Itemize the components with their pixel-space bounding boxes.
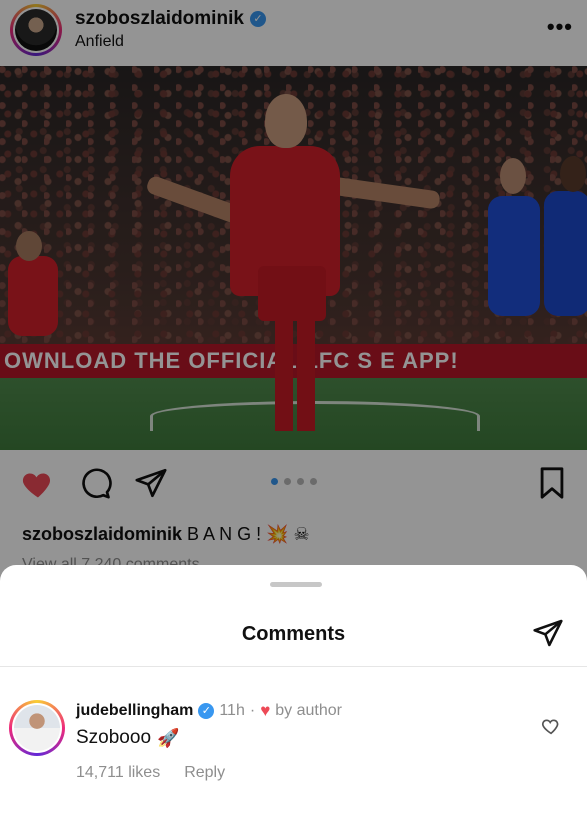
comment-like-heart-icon[interactable] bbox=[541, 717, 561, 735]
comment-time: 11h bbox=[219, 702, 245, 719]
comment-text: Szobooo 🚀 bbox=[76, 727, 179, 749]
meta-separator: · bbox=[249, 702, 256, 719]
rocket-emoji: 🚀 bbox=[157, 727, 180, 749]
comment-item: judebellingham ✓ 11h · ♥ by author Szobo… bbox=[0, 685, 587, 805]
commenter-avatar-image bbox=[14, 705, 60, 751]
by-author-label: by author bbox=[275, 702, 342, 719]
sheet-title: Comments bbox=[241, 623, 346, 645]
reply-button[interactable]: Reply bbox=[184, 764, 225, 782]
sheet-divider bbox=[0, 666, 587, 667]
comment-likes[interactable]: 14,711 likes bbox=[76, 764, 160, 782]
comments-sheet: Comments judebellingham ✓ 11h · ♥ by aut… bbox=[0, 565, 587, 820]
commenter-avatar[interactable] bbox=[9, 700, 65, 756]
comment-body: Szobooo bbox=[76, 727, 152, 748]
comment-footer: 14,711 likes Reply bbox=[76, 764, 225, 782]
verified-badge-icon: ✓ bbox=[198, 703, 215, 719]
commenter-username[interactable]: judebellingham bbox=[76, 702, 193, 720]
sheet-drag-handle[interactable] bbox=[270, 582, 322, 587]
author-liked-heart-icon: ♥ bbox=[260, 701, 271, 720]
commenter-avatar-frame bbox=[12, 703, 62, 753]
sheet-share-paper-plane-icon[interactable] bbox=[531, 617, 565, 649]
comment-meta: judebellingham ✓ 11h · ♥ by author bbox=[76, 701, 342, 721]
